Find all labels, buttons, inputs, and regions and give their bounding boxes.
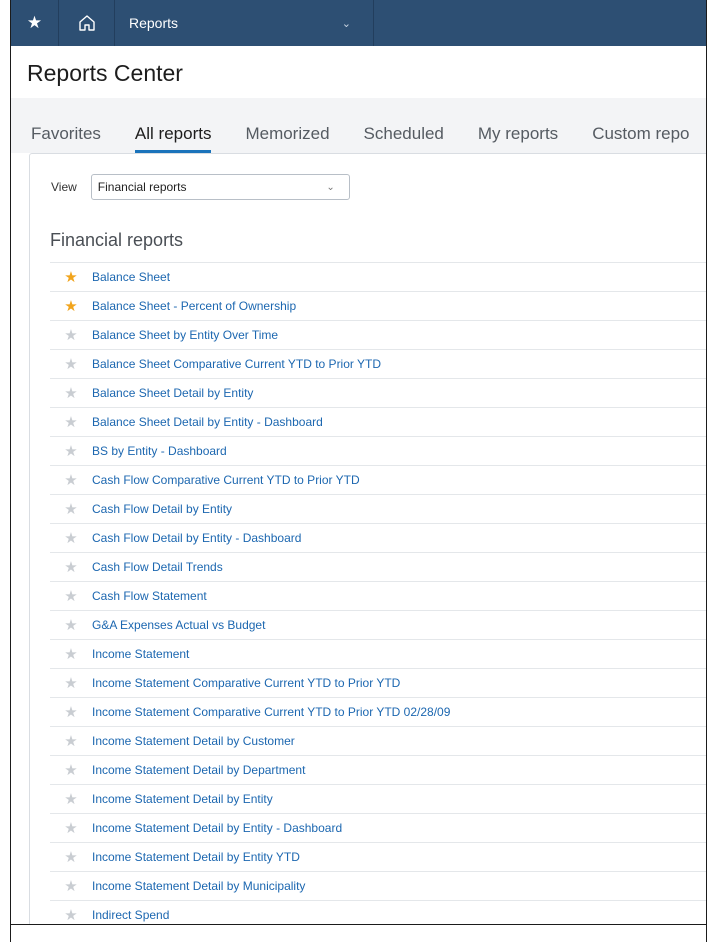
report-row: ★ Balance Sheet Detail by Entity <box>50 378 706 407</box>
home-button[interactable] <box>59 0 115 46</box>
report-row: ★ Balance Sheet <box>50 262 706 291</box>
report-link[interactable]: Income Statement Comparative Current YTD… <box>92 705 450 719</box>
report-row: ★ Income Statement Detail by Entity <box>50 784 706 813</box>
star-icon[interactable]: ★ <box>50 732 92 750</box>
star-icon[interactable]: ★ <box>50 761 92 779</box>
star-icon[interactable]: ★ <box>50 616 92 634</box>
report-link[interactable]: Cash Flow Statement <box>92 589 207 603</box>
tab-bar: Favorites All reports Memorized Scheduled My… <box>11 98 706 153</box>
star-icon[interactable]: ★ <box>50 848 92 866</box>
star-icon[interactable]: ★ <box>50 413 92 431</box>
star-icon[interactable]: ★ <box>50 703 92 721</box>
report-link[interactable]: Cash Flow Comparative Current YTD to Pri… <box>92 473 360 487</box>
view-selected-value: Financial reports <box>97 180 187 194</box>
tab-all-reports[interactable]: All reports <box>134 124 212 153</box>
star-icon[interactable]: ★ <box>50 906 92 924</box>
report-link[interactable]: Cash Flow Detail by Entity - Dashboard <box>92 531 301 545</box>
star-icon[interactable]: ★ <box>50 790 92 808</box>
star-icon[interactable]: ★ <box>50 529 92 547</box>
report-row: ★ Income Statement Comparative Current YT… <box>50 697 706 726</box>
chevron-down-icon: ⌄ <box>326 181 335 193</box>
star-icon[interactable]: ★ <box>50 674 92 692</box>
star-icon[interactable]: ★ <box>50 558 92 576</box>
view-select[interactable]: Financial reports ⌄ <box>90 174 350 200</box>
report-link[interactable]: Balance Sheet Detail by Entity - Dashboa… <box>92 415 323 429</box>
star-icon[interactable]: ★ <box>50 471 92 489</box>
report-link[interactable]: BS by Entity - Dashboard <box>92 444 227 458</box>
report-row: ★ Balance Sheet - Percent of Ownership <box>50 291 706 320</box>
report-link[interactable]: Income Statement Detail by Department <box>92 763 305 777</box>
top-nav-bar: ★ Reports ⌄ <box>11 0 706 46</box>
reports-menu-label: Reports <box>129 15 179 31</box>
report-row: ★ Cash Flow Detail Trends <box>50 552 706 581</box>
report-link[interactable]: Cash Flow Detail by Entity <box>92 502 232 516</box>
report-row: ★ Income Statement Detail by Customer <box>50 726 706 755</box>
report-link[interactable]: Income Statement Comparative Current YTD… <box>92 676 400 690</box>
report-link[interactable]: Balance Sheet Detail by Entity <box>92 386 253 400</box>
report-row: ★ Income Statement Detail by Entity - Das… <box>50 813 706 842</box>
report-row: ★ Income Statement Comparative Current YT… <box>50 668 706 697</box>
report-row: ★ Balance Sheet Comparative Current YTD t… <box>50 349 706 378</box>
report-link[interactable]: Balance Sheet Comparative Current YTD to… <box>92 357 381 371</box>
star-icon[interactable]: ★ <box>50 587 92 605</box>
tab-memorized[interactable]: Memorized <box>245 124 329 153</box>
report-link[interactable]: Balance Sheet by Entity Over Time <box>92 328 278 342</box>
report-row: ★ Balance Sheet by Entity Over Time <box>50 320 706 349</box>
home-icon <box>78 15 95 31</box>
report-link[interactable]: Income Statement <box>92 647 189 661</box>
report-link[interactable]: Income Statement Detail by Municipality <box>92 879 305 893</box>
star-icon[interactable]: ★ <box>50 877 92 895</box>
tabs: Favorites All reports Memorized Scheduled My… <box>31 124 706 153</box>
star-icon[interactable]: ★ <box>50 819 92 837</box>
report-link[interactable]: Balance Sheet <box>92 270 170 284</box>
chevron-down-icon: ⌄ <box>341 17 351 30</box>
star-icon[interactable]: ★ <box>50 326 92 344</box>
star-icon[interactable]: ★ <box>50 500 92 518</box>
view-filter: View Financial reports ⌄ <box>51 174 350 200</box>
reports-menu-dropdown[interactable]: Reports ⌄ <box>115 0 374 46</box>
report-row: ★ Cash Flow Detail by Entity <box>50 494 706 523</box>
report-row: ★ Income Statement Detail by Municipality <box>50 871 706 900</box>
tab-favorites[interactable]: Favorites <box>31 124 101 153</box>
favorites-star-icon[interactable]: ★ <box>11 0 59 46</box>
view-label: View <box>51 180 77 194</box>
star-icon[interactable]: ★ <box>50 355 92 373</box>
star-icon[interactable]: ★ <box>50 384 92 402</box>
bottom-bar <box>11 924 706 942</box>
report-row: ★ Income Statement Detail by Entity YTD <box>50 842 706 871</box>
report-row: ★ BS by Entity - Dashboard <box>50 436 706 465</box>
report-link[interactable]: Income Statement Detail by Entity - Dash… <box>92 821 342 835</box>
report-row: ★ Income Statement <box>50 639 706 668</box>
report-row: ★ Cash Flow Statement <box>50 581 706 610</box>
title-bar: Reports Center <box>11 46 706 98</box>
report-link[interactable]: Income Statement Detail by Customer <box>92 734 295 748</box>
star-icon[interactable]: ★ <box>50 442 92 460</box>
report-link[interactable]: Cash Flow Detail Trends <box>92 560 223 574</box>
report-list: ★ Balance Sheet ★ Balance Sheet - Percent o… <box>50 262 706 929</box>
reports-panel: View Financial reports ⌄ Financial repor… <box>29 153 706 942</box>
report-link[interactable]: Income Statement Detail by Entity YTD <box>92 850 300 864</box>
report-link[interactable]: Balance Sheet - Percent of Ownership <box>92 299 296 313</box>
report-link[interactable]: Indirect Spend <box>92 908 169 922</box>
tab-my-reports[interactable]: My reports <box>478 124 558 153</box>
report-row: ★ G&A Expenses Actual vs Budget <box>50 610 706 639</box>
report-link[interactable]: Income Statement Detail by Entity <box>92 792 273 806</box>
report-link[interactable]: G&A Expenses Actual vs Budget <box>92 618 265 632</box>
favorite-star-icon[interactable]: ★ <box>50 268 92 286</box>
tab-scheduled[interactable]: Scheduled <box>364 124 444 153</box>
report-row: ★ Balance Sheet Detail by Entity - Dashbo… <box>50 407 706 436</box>
reports-window: ★ Reports ⌄ Reports Center Favorites All … <box>10 0 707 942</box>
report-row: ★ Income Statement Detail by Department <box>50 755 706 784</box>
star-icon[interactable]: ★ <box>50 645 92 663</box>
favorite-star-icon[interactable]: ★ <box>50 297 92 315</box>
page-title: Reports Center <box>27 60 183 86</box>
star-icon: ★ <box>26 13 43 32</box>
report-row: ★ Cash Flow Comparative Current YTD to Pr… <box>50 465 706 494</box>
report-row: ★ Cash Flow Detail by Entity - Dashboard <box>50 523 706 552</box>
section-title: Financial reports <box>50 230 184 250</box>
tab-custom-repo[interactable]: Custom repo <box>592 124 689 153</box>
